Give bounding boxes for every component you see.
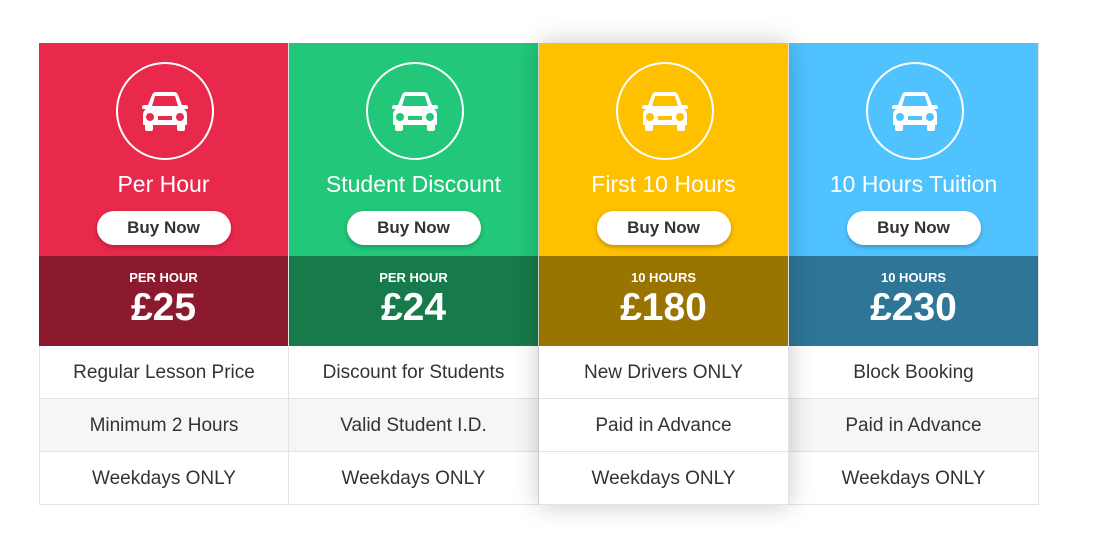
- price-band: 10 HOURS £230: [789, 256, 1038, 346]
- car-icon-circle: [365, 62, 464, 160]
- card-header: Per Hour Buy Now: [39, 43, 288, 256]
- pricing-card-first-10-hours: First 10 Hours Buy Now 10 HOURS £180 New…: [539, 43, 789, 505]
- feature-item: Minimum 2 Hours: [39, 399, 288, 452]
- buy-now-button[interactable]: Buy Now: [346, 211, 481, 245]
- pricing-card-10-hours-tuition: 10 Hours Tuition Buy Now 10 HOURS £230 B…: [789, 43, 1039, 505]
- pricing-card-student-discount: Student Discount Buy Now PER HOUR £24 Di…: [289, 43, 539, 505]
- car-icon: [141, 92, 188, 131]
- price-band: PER HOUR £24: [289, 256, 538, 346]
- feature-list: Discount for Students Valid Student I.D.…: [289, 346, 538, 505]
- plan-title: Student Discount: [325, 171, 502, 197]
- feature-item: Regular Lesson Price: [39, 346, 288, 399]
- feature-list: New Drivers ONLY Paid in Advance Weekday…: [539, 346, 788, 505]
- plan-title: Per Hour: [117, 171, 210, 197]
- plan-title: 10 Hours Tuition: [829, 171, 998, 197]
- car-icon: [641, 92, 688, 131]
- buy-now-button[interactable]: Buy Now: [96, 211, 231, 245]
- feature-item: Weekdays ONLY: [789, 452, 1038, 505]
- feature-item: Weekdays ONLY: [39, 452, 288, 505]
- feature-item: Block Booking: [789, 346, 1038, 399]
- feature-item: New Drivers ONLY: [539, 346, 788, 399]
- price-value: £25: [130, 286, 197, 329]
- price-band: 10 HOURS £180: [539, 256, 788, 346]
- feature-item: Paid in Advance: [789, 399, 1038, 452]
- plan-title: First 10 Hours: [591, 171, 736, 197]
- feature-item: Weekdays ONLY: [539, 452, 788, 505]
- car-icon-circle: [115, 62, 214, 160]
- price-value: £180: [620, 286, 707, 329]
- price-value: £230: [870, 286, 957, 329]
- price-label: 10 HOURS: [880, 270, 947, 285]
- pricing-card-per-hour: Per Hour Buy Now PER HOUR £25 Regular Le…: [39, 43, 289, 505]
- price-label: 10 HOURS: [630, 270, 697, 285]
- price-label: PER HOUR: [379, 270, 448, 285]
- feature-item: Weekdays ONLY: [289, 452, 538, 505]
- feature-item: Discount for Students: [289, 346, 538, 399]
- car-icon: [391, 92, 438, 131]
- pricing-table: Per Hour Buy Now PER HOUR £25 Regular Le…: [39, 43, 1039, 505]
- price-band: PER HOUR £25: [39, 256, 288, 346]
- card-header: First 10 Hours Buy Now: [539, 43, 788, 256]
- buy-now-button[interactable]: Buy Now: [846, 211, 981, 245]
- price-value: £24: [380, 286, 447, 329]
- card-header: Student Discount Buy Now: [289, 43, 538, 256]
- feature-list: Regular Lesson Price Minimum 2 Hours Wee…: [39, 346, 288, 505]
- buy-now-button[interactable]: Buy Now: [596, 211, 731, 245]
- car-icon-circle: [865, 62, 964, 160]
- car-icon-circle: [615, 62, 714, 160]
- price-label: PER HOUR: [129, 270, 198, 285]
- card-header: 10 Hours Tuition Buy Now: [789, 43, 1038, 256]
- feature-item: Paid in Advance: [539, 399, 788, 452]
- feature-list: Block Booking Paid in Advance Weekdays O…: [789, 346, 1038, 505]
- car-icon: [891, 92, 938, 131]
- feature-item: Valid Student I.D.: [289, 399, 538, 452]
